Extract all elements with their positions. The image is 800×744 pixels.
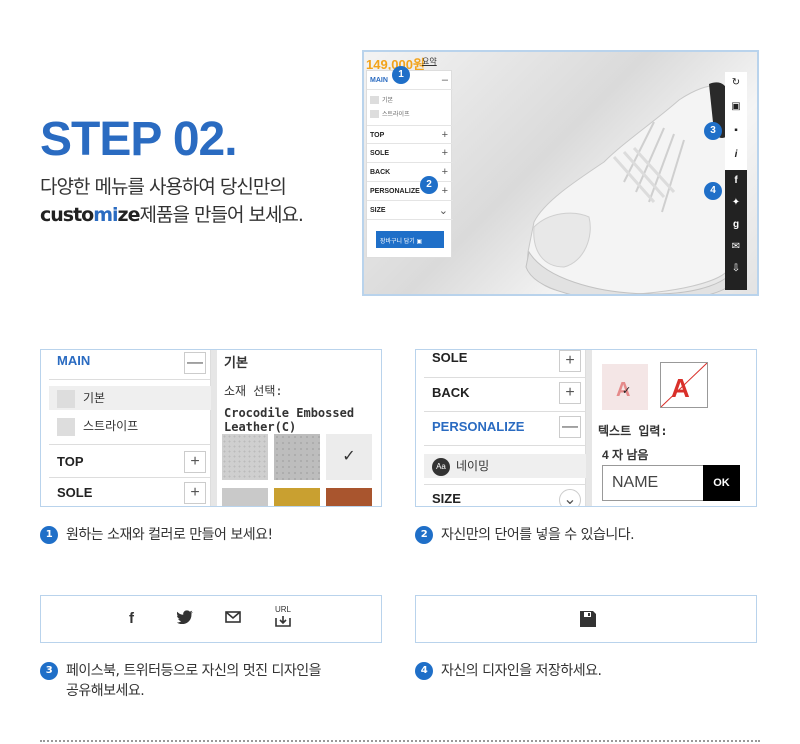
description-line-2: customize제품을 만들어 보세요. — [40, 204, 304, 226]
url-icon[interactable]: URL — [275, 606, 291, 631]
expand-button[interactable]: + — [559, 350, 581, 372]
facebook-icon[interactable]: f — [129, 610, 134, 627]
remaining-chars: 4 자 남음 — [602, 448, 649, 462]
font-style-option[interactable]: A ✓ — [602, 364, 648, 410]
texture-swatch[interactable] — [326, 488, 372, 506]
text-icon: Aa — [432, 457, 450, 476]
url-icon[interactable]: ⇩ — [725, 258, 747, 290]
badge-1: 1 — [40, 526, 58, 544]
name-input[interactable]: NAME — [602, 465, 706, 501]
caption-1: 1 원하는 소재와 컬러로 만들어 보세요! — [40, 524, 273, 544]
expand-button[interactable]: + — [184, 451, 206, 473]
badge-4: 4 — [415, 662, 433, 680]
hero-menu-size[interactable]: SIZE ⌄ — [367, 201, 453, 220]
expand-button[interactable]: + — [559, 382, 581, 404]
material-name: Crocodile Embossed Leather(C) — [224, 406, 355, 434]
text-input-label: 텍스트 입력: — [598, 424, 668, 438]
info-icon[interactable]: i — [725, 144, 747, 166]
hero-menu-back[interactable]: BACK + — [367, 163, 453, 182]
p2-menu-personalize[interactable]: PERSONALIZE — — [424, 412, 586, 446]
text-style-icon: A✓ — [616, 379, 631, 401]
description-line-1: 다양한 메뉴를 사용하여 당신만의 — [40, 176, 287, 198]
personalize-panel: SOLE + BACK + PERSONALIZE — Aa 네이밍 SIZE ⌄ A ✓ … — [415, 349, 757, 507]
material-panel: MAIN — 기본 스트라이프 TOP + SOLE + 기본 소재 선택: Croc… — [40, 349, 382, 507]
mail-icon[interactable] — [225, 610, 241, 627]
save-icon[interactable]: ▪ — [725, 120, 747, 142]
content-title: 기본 — [224, 356, 248, 371]
ok-button[interactable]: OK — [703, 465, 740, 501]
cart-icon: ▣ — [416, 239, 423, 245]
hero-menu-panel: MAIN – 기본 스트라이프 TOP + SOLE + BACK + PERSONAL… — [366, 70, 453, 258]
save-icon[interactable] — [579, 610, 597, 633]
p1-menu: MAIN — 기본 스트라이프 TOP + SOLE + — [49, 350, 211, 506]
check-icon: ✓ — [342, 448, 356, 465]
badge-4: 4 — [704, 182, 722, 200]
collapse-button[interactable]: — — [559, 416, 581, 438]
p2-menu-size[interactable]: SIZE ⌄ — [424, 484, 586, 506]
font-style-option-selected[interactable]: A — [660, 362, 708, 408]
facebook-icon[interactable]: f — [725, 170, 747, 192]
collapse-button[interactable]: — — [184, 352, 206, 374]
p1-sub-stripe[interactable]: 스트라이프 — [49, 414, 211, 438]
mail-icon[interactable]: ✉ — [725, 236, 747, 258]
p1-menu-sole[interactable]: SOLE + — [49, 478, 211, 506]
cart-icon[interactable]: ▣ — [725, 96, 747, 118]
svg-text:✓: ✓ — [622, 384, 631, 397]
summary-link[interactable]: 요약 — [422, 56, 437, 67]
hero-sub-basic[interactable]: 기본 — [370, 95, 393, 105]
p2-sub-naming[interactable]: Aa 네이밍 — [424, 454, 586, 478]
caption-4: 4 자신의 디자인을 저장하세요. — [415, 660, 602, 680]
sneaker-image — [525, 82, 739, 294]
twitter-icon[interactable] — [176, 610, 193, 628]
texture-swatch[interactable] — [274, 434, 320, 480]
badge-1: 1 — [392, 66, 410, 84]
scrollbar[interactable] — [211, 350, 217, 506]
texture-swatch[interactable] — [274, 488, 320, 506]
caption-3-line-2: 공유해보세요. — [66, 683, 145, 699]
material-label: 소재 선택: — [224, 384, 283, 398]
hero-menu-main[interactable]: MAIN – — [367, 71, 453, 90]
p1-menu-top[interactable]: TOP + — [49, 444, 211, 478]
texture-swatch-selected[interactable]: ✓ — [326, 434, 372, 480]
caption-2: 2 자신만의 단어를 넣을 수 있습니다. — [415, 524, 635, 544]
google-icon[interactable]: g — [725, 214, 747, 236]
customizer-preview: 149,000원 요약 MAIN – 기본 스트라이프 TOP + SOLE + BA… — [362, 50, 759, 296]
p2-menu-sole[interactable]: SOLE + — [424, 350, 586, 378]
p1-menu-main[interactable]: MAIN — — [49, 350, 211, 380]
badge-3: 3 — [704, 122, 722, 140]
texture-swatch[interactable] — [222, 434, 268, 480]
share-toolbar: f URL — [40, 595, 382, 643]
text-style-icon: A — [660, 362, 708, 408]
hero-sub-stripe[interactable]: 스트라이프 — [370, 109, 410, 119]
p2-menu: SOLE + BACK + PERSONALIZE — Aa 네이밍 SIZE ⌄ — [424, 350, 586, 506]
caption-3: 3 페이스북, 트위터등으로 자신의 멋진 디자인을 — [40, 660, 321, 680]
step-title: STEP 02. — [40, 113, 238, 166]
badge-3: 3 — [40, 662, 58, 680]
refresh-icon[interactable]: ↻ — [725, 72, 747, 94]
texture-swatch[interactable] — [222, 488, 268, 506]
hero-side-toolbar: ↻ ▣ ▪ i f ✦ g ✉ ⇩ — [725, 72, 747, 290]
scrollbar[interactable] — [586, 350, 592, 506]
chevron-down-icon[interactable]: ⌄ — [559, 489, 581, 506]
hero-menu-personalize[interactable]: PERSONALIZE + — [367, 182, 453, 201]
p1-sub-basic[interactable]: 기본 — [49, 386, 211, 410]
add-to-cart-button[interactable]: 장바구니 담기 ▣ — [376, 231, 444, 248]
badge-2: 2 — [415, 526, 433, 544]
divider — [40, 740, 760, 742]
badge-2: 2 — [420, 176, 438, 194]
save-toolbar — [415, 595, 757, 643]
expand-button[interactable]: + — [184, 482, 206, 504]
hero-menu-sole[interactable]: SOLE + — [367, 144, 453, 163]
p2-menu-back[interactable]: BACK + — [424, 378, 586, 412]
hero-menu-top[interactable]: TOP + — [367, 125, 453, 144]
twitter-icon[interactable]: ✦ — [725, 192, 747, 214]
